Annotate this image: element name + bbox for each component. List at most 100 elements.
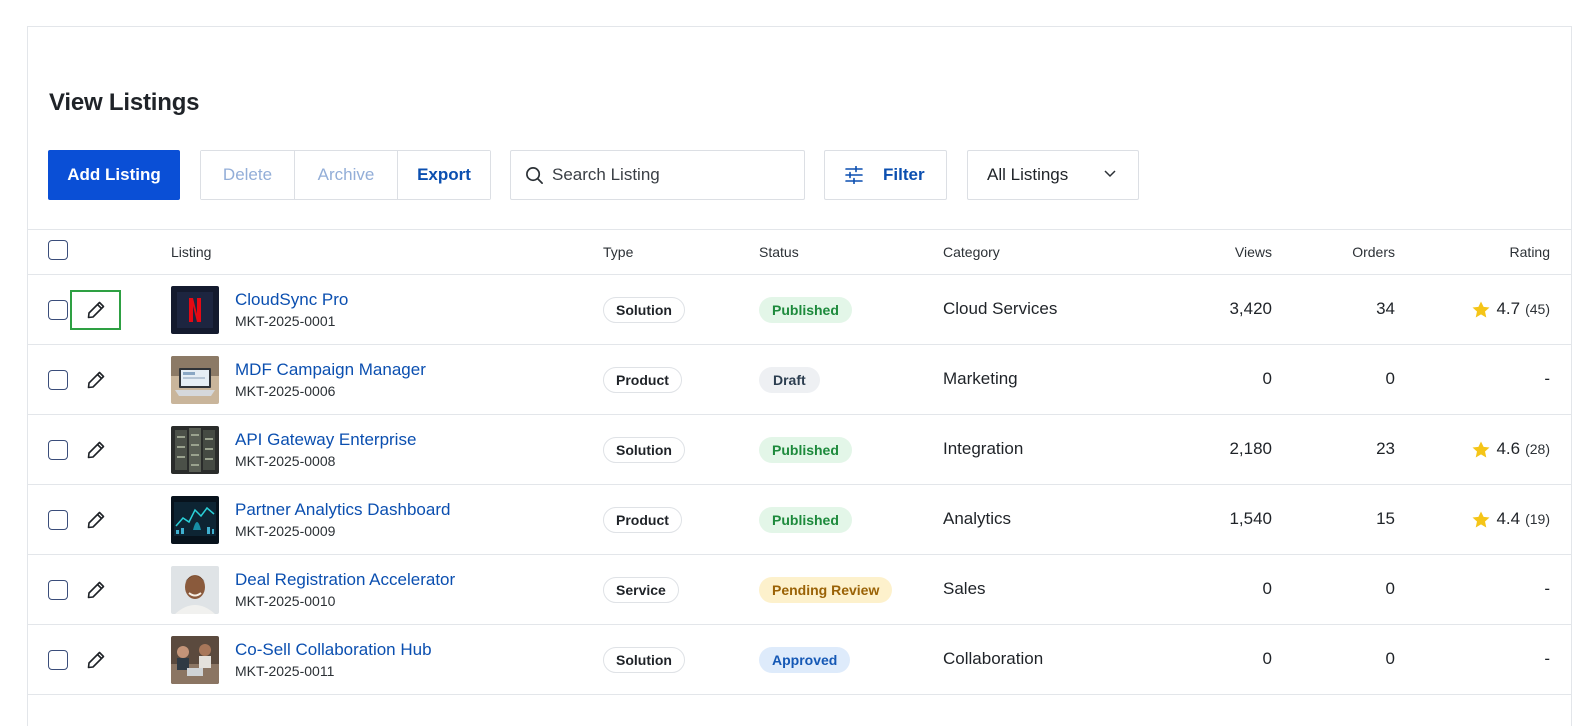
- views-count: 3,420: [1229, 299, 1272, 318]
- rating-value: -: [1544, 579, 1550, 598]
- search-box[interactable]: [510, 150, 805, 200]
- pencil-icon: [87, 441, 104, 459]
- filter-label: Filter: [883, 165, 925, 184]
- category: Sales: [943, 579, 986, 598]
- listing-thumbnail: [171, 566, 219, 614]
- views-count: 0: [1262, 649, 1272, 668]
- listing-name-link[interactable]: Deal Registration Accelerator: [235, 570, 455, 590]
- rating-value: 4.4: [1496, 509, 1521, 528]
- views-count: 0: [1262, 369, 1272, 388]
- column-header-status[interactable]: Status: [759, 244, 799, 260]
- rating: -: [1544, 369, 1550, 389]
- add-listing-button[interactable]: Add Listing: [48, 150, 180, 200]
- type-badge: Solution: [603, 437, 685, 463]
- listing-thumbnail: [171, 426, 219, 474]
- category: Collaboration: [943, 649, 1044, 668]
- sliders-icon: [845, 166, 863, 184]
- edit-button[interactable]: [70, 640, 121, 680]
- listings-panel: View Listings Add Listing Delete Archive…: [27, 26, 1572, 726]
- listing-scope-select[interactable]: All Listings: [967, 150, 1139, 200]
- column-header-listing[interactable]: Listing: [171, 244, 211, 260]
- orders-count: 0: [1385, 369, 1395, 388]
- status-badge: Published: [759, 297, 852, 323]
- views-count: 2,180: [1229, 439, 1272, 458]
- type-badge: Service: [603, 577, 679, 603]
- status-badge: Published: [759, 507, 852, 533]
- rating-value: 4.7: [1496, 299, 1521, 318]
- listing-name-link[interactable]: CloudSync Pro: [235, 290, 348, 310]
- rating-count: (28): [1525, 441, 1550, 457]
- filter-button[interactable]: Filter: [824, 150, 947, 200]
- pencil-icon: [87, 371, 104, 389]
- rating: -: [1544, 649, 1550, 669]
- table-row: Co-Sell Collaboration Hub MKT-2025-0011 …: [28, 625, 1571, 695]
- edit-button[interactable]: [70, 360, 121, 400]
- listing-id: MKT-2025-0008: [235, 453, 336, 469]
- pencil-icon: [87, 511, 104, 529]
- orders-count: 34: [1376, 299, 1395, 318]
- listing-name-link[interactable]: Co-Sell Collaboration Hub: [235, 640, 432, 660]
- orders-count: 23: [1376, 439, 1395, 458]
- status-badge: Draft: [759, 367, 820, 393]
- table-row: CloudSync Pro MKT-2025-0001 Solution Pub…: [28, 275, 1571, 345]
- category: Analytics: [943, 509, 1012, 528]
- listing-name-link[interactable]: API Gateway Enterprise: [235, 430, 416, 450]
- listing-id: MKT-2025-0009: [235, 523, 336, 539]
- table-row: Deal Registration Accelerator MKT-2025-0…: [28, 555, 1571, 625]
- orders-count: 0: [1385, 579, 1395, 598]
- listing-id: MKT-2025-0011: [235, 663, 335, 679]
- column-header-views[interactable]: Views: [1235, 244, 1272, 260]
- listing-thumbnail: [171, 286, 219, 334]
- row-checkbox[interactable]: [48, 440, 68, 460]
- rating: -: [1544, 579, 1550, 599]
- category: Marketing: [943, 369, 1018, 388]
- row-checkbox[interactable]: [48, 300, 68, 320]
- search-input[interactable]: [552, 165, 782, 185]
- delete-button[interactable]: Delete: [201, 151, 295, 199]
- edit-button[interactable]: [70, 500, 121, 540]
- row-checkbox[interactable]: [48, 580, 68, 600]
- column-header-rating[interactable]: Rating: [1510, 244, 1550, 260]
- listing-name-link[interactable]: MDF Campaign Manager: [235, 360, 426, 380]
- search-icon: [526, 166, 543, 184]
- rating-count: (19): [1525, 511, 1550, 527]
- category: Integration: [943, 439, 1024, 458]
- server-rack-photo-icon: [171, 426, 219, 474]
- category: Cloud Services: [943, 299, 1058, 318]
- listing-id: MKT-2025-0001: [235, 313, 336, 329]
- orders-count: 0: [1385, 649, 1395, 668]
- row-checkbox[interactable]: [48, 370, 68, 390]
- star-icon: [1472, 440, 1490, 457]
- column-header-orders[interactable]: Orders: [1352, 244, 1395, 260]
- star-icon: [1472, 300, 1490, 317]
- chevron-down-icon: [1104, 170, 1116, 178]
- rating-count: (45): [1525, 301, 1550, 317]
- status-badge: Pending Review: [759, 577, 893, 603]
- edit-button[interactable]: [70, 430, 121, 470]
- listing-id: MKT-2025-0010: [235, 593, 336, 609]
- status-badge: Published: [759, 437, 852, 463]
- edit-button[interactable]: [70, 290, 121, 330]
- row-checkbox[interactable]: [48, 510, 68, 530]
- type-badge: Product: [603, 507, 682, 533]
- table-row: API Gateway Enterprise MKT-2025-0008 Sol…: [28, 415, 1571, 485]
- bulk-action-group: Delete Archive Export: [200, 150, 491, 200]
- listing-thumbnail: [171, 496, 219, 544]
- column-header-type[interactable]: Type: [603, 244, 633, 260]
- rating-value: -: [1544, 649, 1550, 668]
- edit-button[interactable]: [70, 570, 121, 610]
- laptop-photo-icon: [171, 356, 219, 404]
- status-badge: Approved: [759, 647, 851, 673]
- rating: 4.6 (28): [1472, 439, 1550, 459]
- type-badge: Solution: [603, 647, 685, 673]
- export-button[interactable]: Export: [398, 151, 490, 199]
- netflix-logo-icon: [171, 286, 219, 334]
- rating: 4.4 (19): [1472, 509, 1550, 529]
- listing-name-link[interactable]: Partner Analytics Dashboard: [235, 500, 450, 520]
- pencil-icon: [87, 301, 104, 319]
- archive-button[interactable]: Archive: [295, 151, 398, 199]
- star-icon: [1472, 510, 1490, 527]
- select-all-checkbox[interactable]: [48, 240, 68, 260]
- row-checkbox[interactable]: [48, 650, 68, 670]
- column-header-category[interactable]: Category: [943, 244, 1000, 260]
